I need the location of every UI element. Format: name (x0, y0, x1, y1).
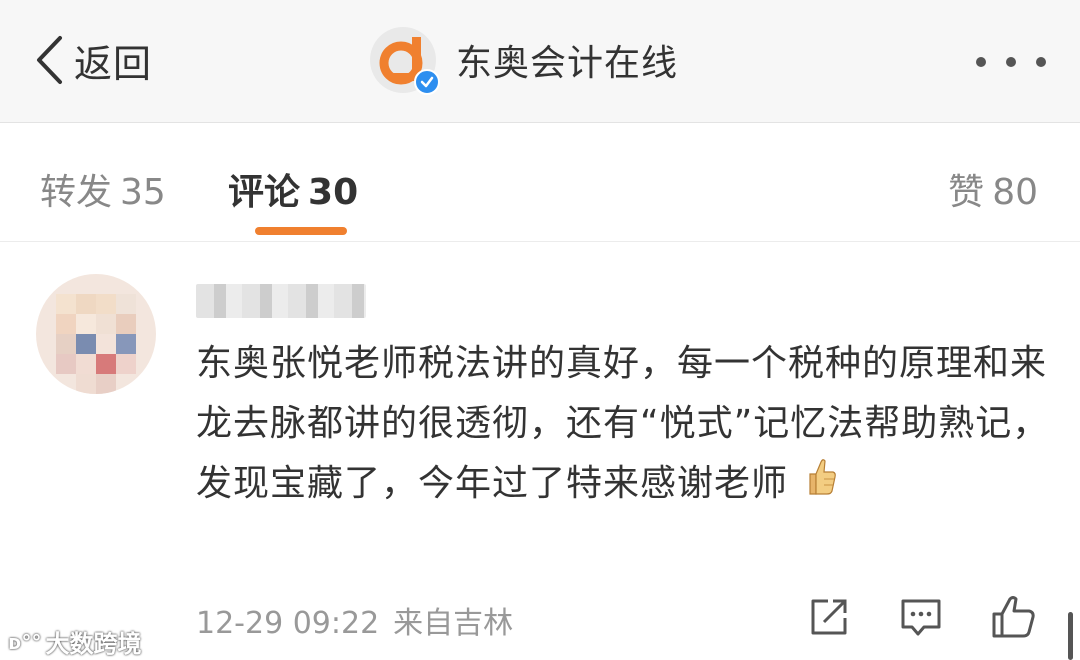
tab-reposts[interactable]: 转发 35 (40, 163, 166, 215)
comment-text: 东奥张悦老师税法讲的真好，每一个税种的原理和来龙去脉都讲的很透彻，还有“悦式”记… (196, 334, 1056, 515)
scrollbar[interactable] (1068, 612, 1073, 660)
dot-icon (1036, 57, 1046, 67)
comment-time: 12-29 09:22 (196, 606, 380, 641)
tab-label: 赞 (948, 172, 985, 213)
tab-count: 35 (120, 172, 166, 213)
comment-source: 来自吉林 (393, 606, 514, 641)
tab-comments[interactable]: 评论 30 (228, 163, 358, 215)
comment-item: 东奥张悦老师税法讲的真好，每一个税种的原理和来龙去脉都讲的很透彻，还有“悦式”记… (0, 242, 1080, 660)
like-icon (992, 596, 1035, 638)
chevron-left-icon (37, 36, 62, 84)
check-icon (420, 76, 434, 88)
tab-count: 80 (992, 172, 1038, 213)
reply-button[interactable] (898, 594, 948, 640)
interaction-tabs: 转发 35 评论 30 赞 80 (0, 123, 1080, 242)
account-avatar[interactable] (370, 27, 440, 95)
tab-label: 转发 (40, 172, 113, 213)
top-nav-bar: 返回 东奥会计在线 (0, 0, 1080, 123)
commenter-avatar[interactable] (36, 274, 156, 394)
like-button[interactable] (990, 594, 1040, 640)
active-tab-indicator (255, 227, 347, 235)
thumbs-up-emoji (804, 455, 838, 515)
watermark-text: 大数跨境 (45, 630, 142, 658)
watermark-logo: ᴅ°° (8, 629, 42, 654)
account-header[interactable]: 东奥会计在线 (370, 27, 678, 95)
dot-icon (976, 57, 986, 67)
share-icon (811, 599, 847, 635)
reply-icon (901, 599, 941, 636)
dot-icon (1006, 57, 1016, 67)
comment-body: 东奥张悦老师税法讲的真好，每一个税种的原理和来龙去脉都讲的很透彻，还有“悦式”记… (196, 343, 1050, 504)
comment-meta: 12-29 09:22 来自吉林 (196, 598, 513, 642)
more-options-button[interactable] (976, 44, 1046, 80)
verified-badge (414, 69, 440, 95)
back-button[interactable]: 返回 (34, 30, 152, 90)
commenter-name-blurred[interactable] (196, 284, 366, 318)
account-name[interactable]: 东奥会计在线 (456, 34, 678, 86)
share-button[interactable] (806, 594, 856, 640)
tab-likes[interactable]: 赞 80 (948, 163, 1038, 215)
tab-label: 评论 (228, 172, 301, 213)
tab-count: 30 (308, 172, 359, 213)
back-label: 返回 (74, 41, 153, 86)
watermark: ᴅ°° 大数跨境 (8, 624, 142, 659)
